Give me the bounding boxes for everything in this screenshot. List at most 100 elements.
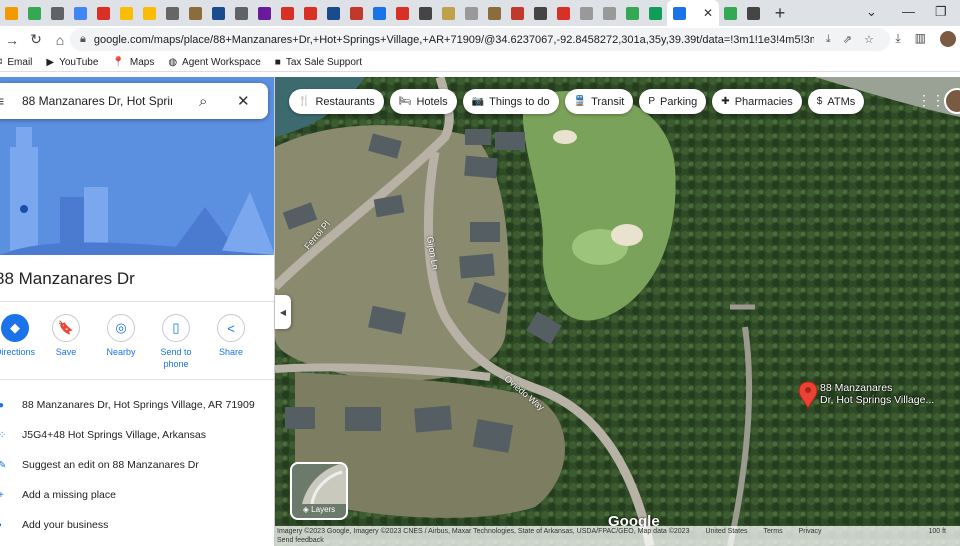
address-bar[interactable]: 🔒︎ google.com/maps/place/88+Manzanares+D… <box>70 28 890 51</box>
footer-link-privacy[interactable]: Privacy <box>799 528 822 535</box>
browser-tab[interactable] <box>621 0 644 26</box>
browser-tab[interactable] <box>719 0 742 26</box>
search-input[interactable]: 88 Manzanares Dr, Hot Springs V <box>22 94 172 108</box>
browser-tab[interactable] <box>299 0 322 26</box>
browser-tab[interactable] <box>46 0 69 26</box>
browser-tab[interactable] <box>598 0 621 26</box>
restore-icon[interactable]: ❐ <box>935 4 947 20</box>
bookmark-item[interactable]: 📍 Maps <box>112 57 154 68</box>
info-row-text[interactable]: 88 Manzanares Dr, Hot Springs Village, A… <box>22 399 255 411</box>
collapse-panel-button[interactable]: ◀ <box>275 295 291 329</box>
action-nearby-button[interactable]: ◎ Nearby <box>96 314 146 358</box>
info-row-text[interactable]: Suggest an edit on 88 Manzanares Dr <box>22 459 199 471</box>
info-row-text[interactable]: Add your business <box>22 519 108 531</box>
browser-tab[interactable] <box>437 0 460 26</box>
chip-restaurants[interactable]: 🍴 Restaurants <box>289 89 384 114</box>
bookmark-item[interactable]: ◍ Agent Workspace <box>168 57 260 68</box>
info-row-text[interactable]: J5G4+48 Hot Springs Village, Arkansas <box>22 429 206 441</box>
pin-label[interactable]: 88 Manzanares Dr, Hot Springs Village... <box>820 382 934 406</box>
bookmark-item[interactable]: ▶ YouTube <box>46 57 98 68</box>
info-row[interactable]: + Add a missing place <box>0 480 274 510</box>
chip-transit[interactable]: 🚆 Transit <box>564 89 634 114</box>
chip-hotels[interactable]: 🛏 Hotels <box>389 89 457 114</box>
action-label[interactable]: Nearby <box>96 346 146 358</box>
chip-pharmacies[interactable]: ✚ Pharmacies <box>712 89 802 114</box>
satellite-map[interactable] <box>275 77 960 546</box>
info-row-text[interactable]: Add a missing place <box>22 489 116 501</box>
info-row[interactable]: ✎ Suggest an edit on 88 Manzanares Dr <box>0 450 274 480</box>
browser-tab[interactable] <box>230 0 253 26</box>
close-icon[interactable]: ✕ <box>237 92 250 110</box>
browser-tab[interactable] <box>23 0 46 26</box>
browser-tab[interactable] <box>483 0 506 26</box>
action-label[interactable]: Save <box>41 346 91 358</box>
action-send-to-button[interactable]: ▯ Send to phone <box>151 314 201 370</box>
browser-tab[interactable] <box>276 0 299 26</box>
action-save-button[interactable]: 🔖 Save <box>41 314 91 358</box>
lock-icon[interactable]: 🔒︎ <box>80 33 86 46</box>
search-box[interactable]: ≡ 88 Manzanares Dr, Hot Springs V ⌕ ✕ <box>0 83 268 119</box>
info-row[interactable]: ● 88 Manzanares Dr, Hot Springs Village, … <box>0 390 274 420</box>
chevron-down-icon[interactable]: ⌄ <box>866 4 877 20</box>
minimize-icon[interactable]: — <box>902 4 915 19</box>
action-label[interactable]: Share <box>206 346 256 358</box>
downloads-icon[interactable]: ⤓ <box>895 31 900 47</box>
nearby-icon[interactable]: ◎ <box>107 314 135 342</box>
info-row[interactable]: ▪ Add your business <box>0 510 274 540</box>
bookmark-item[interactable]: ■ Tax Sale Support <box>275 57 362 68</box>
browser-tab[interactable] <box>552 0 575 26</box>
footer-link-terms[interactable]: Terms <box>764 528 783 535</box>
chip-atms[interactable]: $ ATMs <box>807 89 865 114</box>
browser-tab[interactable] <box>69 0 92 26</box>
chip-things-to-do[interactable]: 📷 Things to do <box>462 89 559 114</box>
action-label[interactable]: Send to phone <box>151 346 201 370</box>
browser-tab[interactable] <box>529 0 552 26</box>
bookmark-icon[interactable]: 🔖 <box>52 314 80 342</box>
browser-tab[interactable] <box>184 0 207 26</box>
browser-tab[interactable] <box>742 0 765 26</box>
browser-tab[interactable] <box>0 0 23 26</box>
directions-icon[interactable]: ◆ <box>1 314 29 342</box>
chip-parking[interactable]: P Parking <box>639 89 707 114</box>
bookmark-item[interactable]: ✉ Email <box>0 57 32 68</box>
browser-tab[interactable] <box>391 0 414 26</box>
pin-label-line-1[interactable]: 88 Manzanares <box>820 382 934 394</box>
browser-tab[interactable] <box>161 0 184 26</box>
browser-tab[interactable] <box>460 0 483 26</box>
browser-tab[interactable] <box>644 0 667 26</box>
new-tab-button[interactable]: + <box>765 3 795 24</box>
share-icon[interactable]: < <box>217 314 245 342</box>
browser-tab[interactable] <box>575 0 598 26</box>
home-icon[interactable]: ⌂ <box>48 32 72 48</box>
browser-tab[interactable] <box>115 0 138 26</box>
browser-tab[interactable] <box>322 0 345 26</box>
footer-link-country[interactable]: United States <box>705 528 747 535</box>
browser-tab[interactable]: ✕ <box>667 0 719 26</box>
info-row[interactable]: ⁘ J5G4+48 Hot Springs Village, Arkansas <box>0 420 274 450</box>
browser-tab[interactable] <box>506 0 529 26</box>
pin-label-line-2[interactable]: Dr, Hot Springs Village... <box>820 394 934 406</box>
share-page-icon[interactable]: ⇗ <box>843 33 852 46</box>
bookmark-star-icon[interactable]: ☆ <box>864 33 874 46</box>
layers-button[interactable]: ◈ Layers <box>290 462 348 520</box>
back-icon[interactable]: → <box>0 32 24 48</box>
reload-icon[interactable]: ↻ <box>24 31 48 48</box>
menu-icon[interactable]: ≡ <box>0 93 4 109</box>
browser-tab[interactable] <box>414 0 437 26</box>
url-text[interactable]: google.com/maps/place/88+Manzanares+Dr,+… <box>94 34 814 46</box>
browser-tab[interactable] <box>138 0 161 26</box>
close-tab-icon[interactable]: ✕ <box>703 6 713 20</box>
browser-tab[interactable] <box>92 0 115 26</box>
browser-tab[interactable] <box>368 0 391 26</box>
action-directions-button[interactable]: ◆ Directions <box>0 314 40 358</box>
browser-tab[interactable] <box>253 0 276 26</box>
phone-icon[interactable]: ▯ <box>162 314 190 342</box>
browser-tab[interactable] <box>345 0 368 26</box>
action-label[interactable]: Directions <box>0 346 40 358</box>
search-icon[interactable]: ⌕ <box>199 93 207 110</box>
send-feedback-link[interactable]: Send feedback <box>275 537 960 546</box>
side-panel-icon[interactable]: ▥ <box>915 31 926 47</box>
browser-tab[interactable] <box>207 0 230 26</box>
install-icon[interactable]: ⤓ <box>826 33 831 46</box>
profile-avatar[interactable] <box>940 31 956 47</box>
